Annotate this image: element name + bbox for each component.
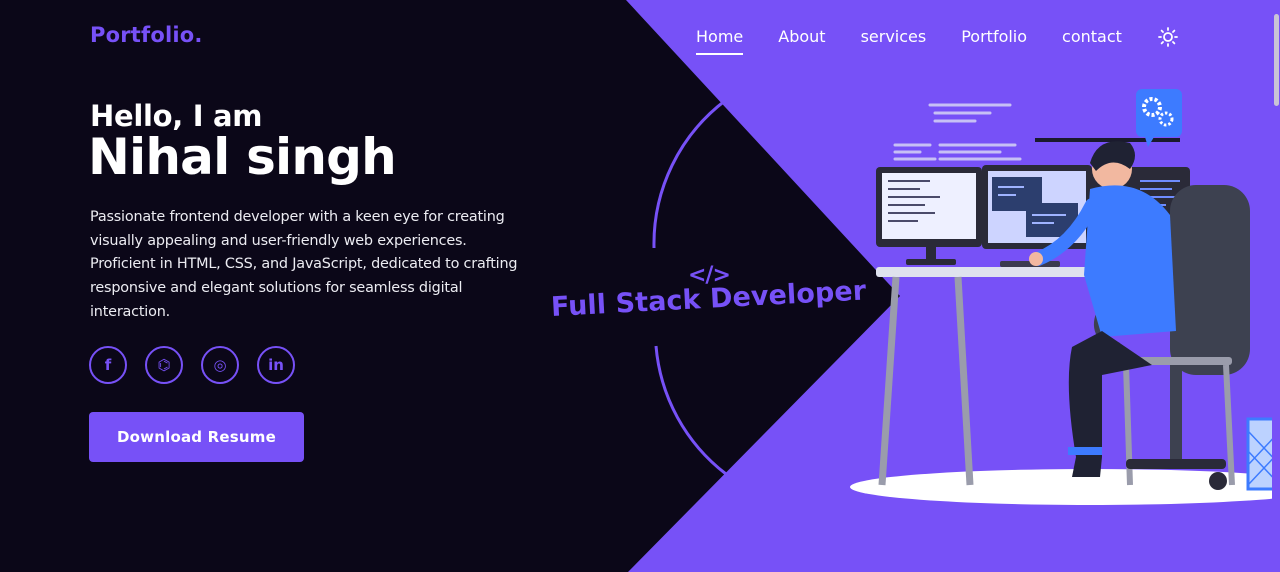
theme-toggle-button[interactable] <box>1157 26 1179 48</box>
instagram-icon: ◎ <box>213 356 227 374</box>
github-link[interactable]: ⌬ <box>145 346 183 384</box>
main-nav: Home About services Portfolio contact <box>696 26 1179 55</box>
nav-services[interactable]: services <box>861 27 927 52</box>
download-resume-button[interactable]: Download Resume <box>89 412 304 462</box>
page-scrollbar[interactable] <box>1272 0 1280 572</box>
social-links: f ⌬ ◎ in <box>89 346 313 384</box>
logo[interactable]: Portfolio. <box>90 23 203 47</box>
hero-name: Nihal singh <box>88 128 397 186</box>
instagram-link[interactable]: ◎ <box>201 346 239 384</box>
nav-about[interactable]: About <box>778 27 825 52</box>
scrollbar-thumb[interactable] <box>1274 14 1279 106</box>
linkedin-link[interactable]: in <box>257 346 295 384</box>
nav-portfolio[interactable]: Portfolio <box>961 27 1027 52</box>
nav-contact[interactable]: contact <box>1062 27 1122 52</box>
github-icon: ⌬ <box>157 356 171 374</box>
facebook-icon: f <box>104 356 112 374</box>
nav-home[interactable]: Home <box>696 27 744 55</box>
facebook-link[interactable]: f <box>89 346 127 384</box>
developer-illustration <box>850 89 1280 505</box>
hero-description: Passionate frontend developer with a kee… <box>90 209 518 320</box>
sun-icon <box>1158 26 1178 47</box>
linkedin-icon: in <box>268 356 284 374</box>
